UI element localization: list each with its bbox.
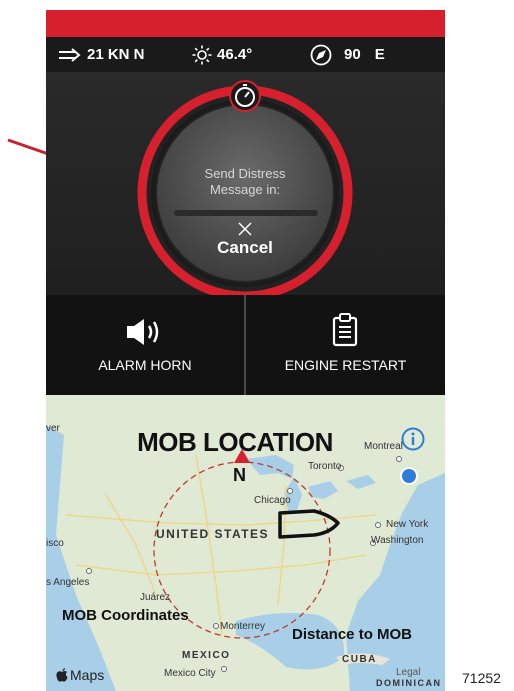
wind-value: 21 KN N [87,46,145,63]
map-label-dominican: DOMINICAN [376,678,442,688]
map-label-juarez: Juárez [140,592,171,603]
map-title: MOB LOCATION [137,427,333,457]
distress-line-1: Send Distress [204,166,286,181]
map-label-chicago: Chicago [254,495,291,506]
cancel-button[interactable]: Cancel [195,222,295,270]
map-label-mexico-city: Mexico City [164,668,216,679]
mob-coordinates-label: MOB Coordinates [62,607,189,624]
heading-value: 90 [344,46,361,63]
temperature-readout: 46.4° [192,37,252,72]
figure-number: 71252 [462,670,501,686]
map-label-cuba: CUBA [342,654,377,665]
maps-label: Maps [70,667,105,683]
alarm-horn-label: ALARM HORN [98,357,192,373]
distress-message: Send Distress Message in: [175,166,315,198]
map-label-legal: Legal [396,667,421,678]
info-button[interactable] [401,427,425,451]
heading-direction: E [374,46,385,63]
map-label-new-york: New York [386,519,429,530]
heading-readout: 90 E [310,37,385,72]
temperature-value: 46.4° [217,46,253,63]
map-label-los-angeles: s Angeles [46,577,90,588]
phone-screen: 21 KN N 46.4° 90 E Send Distress Message… [46,10,445,691]
maps-attribution: Maps [56,667,104,683]
map-label-monterrey: Monterrey [220,621,266,632]
distress-panel: Send Distress Message in: Cancel [46,72,445,305]
map-label-toronto: Toronto [308,461,342,472]
clipboard-icon [332,313,358,347]
sun-icon [192,45,212,65]
map-label-francisco: isco [46,538,64,549]
distance-to-mob-label: Distance to MOB [292,626,413,643]
north-label: N [233,465,246,485]
info-icon [401,427,425,451]
engine-restart-label: ENGINE RESTART [284,357,407,373]
cancel-label: Cancel [217,238,273,257]
alert-bar [46,10,445,37]
compass-icon [310,44,332,66]
mob-map[interactable]: MOB LOCATION N UNITED STATES Toronto Mon… [46,395,445,691]
action-bar: ALARM HORN ENGINE RESTART [46,295,445,395]
location-pin-icon [400,467,418,485]
map-label-united-states: UNITED STATES [156,527,270,541]
timer-icon [229,80,261,112]
map-label-montreal: Montreal [364,441,403,452]
map-label-mexico: MEXICO [182,650,231,661]
close-icon [238,222,252,236]
speaker-icon [127,319,159,345]
distress-line-2: Message in: [209,182,281,197]
engine-restart-button[interactable]: ENGINE RESTART [246,295,445,395]
wind-icon [58,47,82,62]
status-bar: 21 KN N 46.4° 90 E [46,37,445,72]
alarm-horn-button[interactable]: ALARM HORN [46,295,244,395]
map-label-washington: Washington [371,535,424,546]
apple-logo-icon [56,668,68,682]
map-label-vancouver: ver [46,423,60,434]
wind-readout: 21 KN N [58,37,145,72]
